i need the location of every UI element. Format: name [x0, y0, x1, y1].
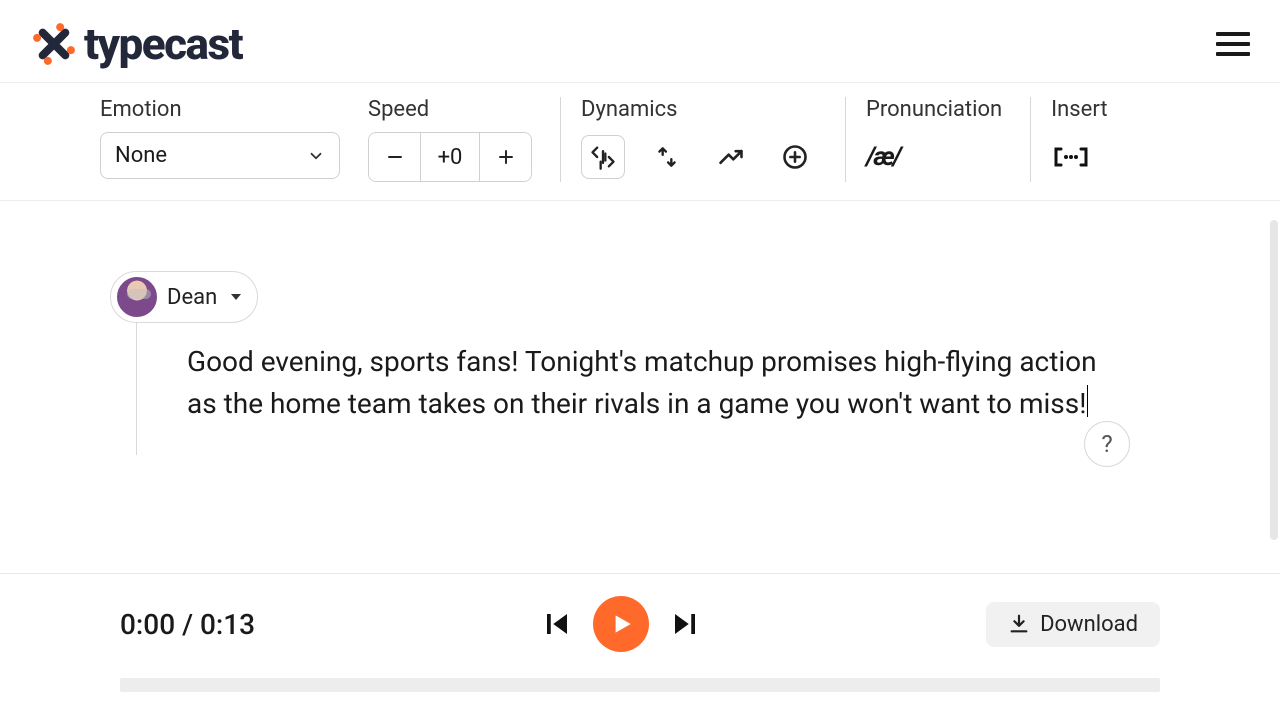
pronunciation-group: Pronunciation /æ/	[845, 97, 1030, 182]
text-cursor	[1087, 385, 1088, 417]
script-content: Good evening, sports fans! Tonight's mat…	[187, 345, 1097, 420]
skip-previous-icon	[542, 609, 572, 639]
emotion-label: Emotion	[100, 97, 340, 122]
insert-label: Insert	[1051, 97, 1107, 122]
brand-name: typecast	[84, 18, 242, 70]
playback-time: 0:00 / 0:13	[120, 608, 255, 641]
speed-group: Speed +0	[368, 97, 560, 182]
emotion-select[interactable]: None	[100, 132, 340, 179]
time-current: 0:00	[120, 608, 175, 641]
caret-down-icon	[231, 294, 241, 300]
download-button[interactable]: Download	[986, 602, 1160, 647]
replay-icon	[589, 143, 617, 171]
playback-controls	[539, 596, 703, 652]
dynamics-group: Dynamics	[560, 97, 845, 182]
menu-button[interactable]	[1216, 32, 1250, 56]
download-icon	[1008, 613, 1030, 635]
speed-value: +0	[421, 133, 479, 181]
insert-button[interactable]	[1051, 135, 1091, 179]
voice-chip[interactable]: Dean	[110, 271, 258, 323]
speed-label: Speed	[368, 97, 532, 122]
circle-plus-icon	[781, 143, 809, 171]
dynamics-pitch-button[interactable]	[645, 135, 689, 179]
player-bar: 0:00 / 0:13	[0, 573, 1280, 720]
dynamics-replay-button[interactable]	[581, 135, 625, 179]
play-button[interactable]	[593, 596, 649, 652]
chevron-down-icon	[307, 147, 325, 165]
minus-icon	[386, 148, 404, 166]
emotion-group: Emotion None	[100, 97, 368, 179]
toolbar: Emotion None Speed +0 Dynamics	[0, 82, 1280, 201]
time-duration: 0:13	[200, 608, 255, 641]
trend-arrow-icon	[717, 143, 745, 171]
help-button[interactable]: ?	[1084, 421, 1130, 467]
speed-increase-button[interactable]	[479, 133, 531, 181]
insert-group: Insert	[1030, 97, 1135, 182]
speed-decrease-button[interactable]	[369, 133, 421, 181]
download-label: Download	[1040, 612, 1138, 637]
help-label: ?	[1101, 430, 1112, 458]
play-icon	[608, 611, 634, 637]
progress-bar[interactable]	[120, 678, 1160, 692]
logo-icon	[30, 20, 78, 68]
dynamics-trend-button[interactable]	[709, 135, 753, 179]
skip-next-icon	[670, 609, 700, 639]
voice-avatar	[117, 277, 157, 317]
script-text[interactable]: Good evening, sports fans! Tonight's mat…	[187, 341, 1127, 425]
speed-control: +0	[368, 132, 532, 182]
skip-previous-button[interactable]	[539, 606, 575, 642]
pronunciation-label: Pronunciation	[866, 97, 1002, 122]
dynamics-label: Dynamics	[581, 97, 817, 122]
skip-next-button[interactable]	[667, 606, 703, 642]
voice-name: Dean	[167, 285, 217, 310]
dynamics-add-button[interactable]	[773, 135, 817, 179]
script-thread: Good evening, sports fans! Tonight's mat…	[136, 315, 1180, 455]
vertical-scrollbar[interactable]	[1270, 220, 1278, 540]
brand-logo[interactable]: typecast	[30, 18, 242, 70]
pitch-updown-icon	[654, 144, 680, 170]
app-header: typecast	[0, 0, 1280, 82]
emotion-value: None	[115, 143, 167, 168]
insert-brackets-icon	[1051, 143, 1091, 171]
plus-icon	[497, 148, 515, 166]
pronunciation-button[interactable]: /æ/	[866, 142, 900, 172]
editor-area: Dean Good evening, sports fans! Tonight'…	[0, 201, 1280, 475]
